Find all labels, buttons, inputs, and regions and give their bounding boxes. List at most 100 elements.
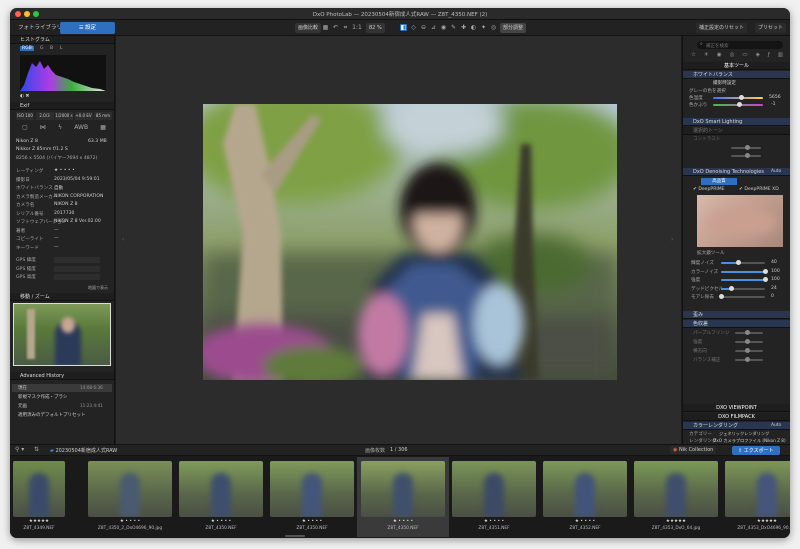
category-select[interactable]: ジェネリックレンダリング bbox=[719, 431, 769, 437]
thumbnail-image[interactable] bbox=[13, 461, 65, 517]
thumbnail-image[interactable] bbox=[361, 461, 445, 517]
loupe-preview[interactable] bbox=[697, 195, 783, 247]
gps-field[interactable] bbox=[54, 274, 100, 280]
color-rendering-auto[interactable]: Auto bbox=[771, 423, 781, 428]
show-on-map-link[interactable]: 地図で表示 bbox=[88, 285, 108, 291]
filmstrip-item[interactable]: ★★★★★ Z8T_4353_DxO4696_90.jpg bbox=[721, 457, 790, 537]
light-icon[interactable]: ☀ bbox=[704, 52, 709, 60]
collapse-right-icon[interactable]: › bbox=[671, 236, 673, 243]
local-icon[interactable]: ◈ bbox=[756, 52, 760, 60]
clipping-shadow-icon[interactable]: ◐ ✖ bbox=[20, 94, 29, 99]
history-header[interactable]: Advanced History bbox=[10, 372, 114, 380]
viewpoint-header[interactable]: DXO VIEWPOINT bbox=[683, 404, 790, 412]
preset-button[interactable]: プリセット bbox=[755, 23, 787, 33]
thumbnail-rating[interactable]: ★ • • • • bbox=[181, 519, 261, 524]
nr-slider[interactable] bbox=[721, 277, 768, 282]
watermark-icon[interactable]: ✦ bbox=[480, 24, 487, 31]
thumbnail-rating[interactable]: ★★★★★ bbox=[636, 519, 716, 524]
thumbnail-image[interactable] bbox=[452, 461, 536, 517]
nr-value[interactable]: 100 bbox=[771, 277, 780, 282]
perspective-icon[interactable]: ◇ bbox=[410, 24, 417, 31]
denoise-quality-tab[interactable]: 高品質 bbox=[701, 178, 737, 185]
tab-photo-library[interactable]: フォトライブラリ bbox=[14, 22, 66, 34]
lens-slider[interactable] bbox=[735, 330, 763, 335]
reset-corrections-button[interactable]: 補正設定のリセット bbox=[696, 23, 748, 33]
wb-mode-select[interactable]: 撮影時設定 bbox=[713, 80, 736, 86]
nr-slider[interactable] bbox=[721, 260, 765, 265]
deepprime-option[interactable]: ✔ DeepPRIME bbox=[693, 187, 725, 192]
zoom-level-select[interactable]: 82 % bbox=[366, 23, 385, 33]
thumbnail-image[interactable] bbox=[543, 461, 627, 517]
lens-slider[interactable] bbox=[735, 348, 763, 353]
nr-value[interactable]: 24 bbox=[771, 286, 777, 291]
split-view-icon[interactable]: ▦ bbox=[322, 24, 329, 31]
filmstrip-item[interactable]: ★ • • • • Z8T_4352.NEF bbox=[539, 457, 631, 537]
history-item[interactable]: 元画 11:23 4:41 bbox=[12, 402, 112, 410]
histogram-tab[interactable]: G bbox=[40, 46, 44, 51]
crop-icon[interactable]: ⌗ bbox=[342, 24, 349, 31]
selective-tone-header[interactable]: 選択的トーン bbox=[683, 127, 790, 135]
denoise-auto[interactable]: Auto bbox=[771, 169, 781, 174]
tint-slider[interactable] bbox=[713, 102, 763, 107]
detail-icon[interactable]: ◎ bbox=[730, 52, 735, 60]
sort-icon[interactable]: ⇅ bbox=[34, 446, 39, 453]
nr-value[interactable]: 40 bbox=[771, 260, 777, 265]
history-item[interactable]: 現在 14:08 6:36 bbox=[12, 384, 112, 392]
deepprimexd-option[interactable]: ✔ DeepPRIME XD bbox=[739, 187, 779, 192]
geometry-icon[interactable]: ▭ bbox=[742, 52, 747, 60]
filmstrip-item[interactable]: ★ • • • • Z8T_4350.NEF bbox=[175, 457, 267, 537]
filmstrip-item[interactable]: ★★★★★ Z8T_4353_DxO_64.jpg bbox=[630, 457, 722, 537]
thumbnail-rating[interactable]: ★ • • • • bbox=[90, 519, 170, 524]
search-input[interactable] bbox=[706, 41, 780, 49]
straighten-icon[interactable]: ⊿ bbox=[430, 24, 437, 31]
compare-button[interactable]: 画像比較 bbox=[295, 23, 322, 33]
histogram-header[interactable]: ヒストグラム bbox=[10, 36, 114, 44]
distortion-header[interactable]: 歪み bbox=[683, 311, 790, 319]
tab-customize[interactable]: ☰ 設定 bbox=[60, 22, 115, 34]
thumbnail-rating[interactable]: ★★★★★ bbox=[727, 519, 790, 524]
nr-slider[interactable] bbox=[721, 268, 768, 274]
filmstrip-item[interactable]: ★ • • • • Z8T_4350.NEF bbox=[357, 457, 449, 537]
wb-picker[interactable]: グレーの色を選択 bbox=[689, 88, 726, 94]
film-icon[interactable]: ▥ bbox=[778, 52, 783, 60]
nr-value[interactable]: 0 bbox=[771, 294, 774, 299]
filmstrip-item[interactable]: ★ • • • • Z8T_4350.NEF bbox=[266, 457, 358, 537]
history-item[interactable]: 適用済みのデフォルトプリセット bbox=[12, 411, 112, 419]
gps-field[interactable] bbox=[54, 265, 100, 272]
zoom-fit-button[interactable]: 1:1 bbox=[352, 24, 362, 31]
gps-field[interactable] bbox=[54, 257, 100, 263]
star-icon[interactable]: ☆ bbox=[691, 52, 696, 60]
settings-tool-icon[interactable]: ◧ bbox=[400, 24, 407, 31]
horizon-icon[interactable]: ⊖ bbox=[420, 24, 427, 31]
repair-icon[interactable]: ✚ bbox=[460, 24, 467, 31]
filmstrip-item[interactable]: ★ • • • • Z8T_4350_2_DxO4696_90.jpg bbox=[84, 457, 176, 537]
nr-slider[interactable] bbox=[718, 294, 765, 299]
thumbnail-image[interactable] bbox=[88, 461, 172, 517]
navigator-header[interactable]: 移動 / ズーム bbox=[10, 293, 114, 301]
mask-icon[interactable]: ◐ bbox=[470, 24, 477, 31]
collapse-left-icon[interactable]: ‹ bbox=[122, 236, 124, 243]
export-button[interactable]: ⇪ エクスポート bbox=[732, 446, 780, 455]
filmstrip-item[interactable]: ★ • • • • Z8T_4351.NEF bbox=[448, 457, 540, 537]
local-adjustments-button[interactable]: 部分調整 bbox=[500, 23, 527, 33]
filmpack-header[interactable]: DXO FILMPACK bbox=[683, 413, 790, 421]
white-balance-header[interactable]: ホワイトバランス bbox=[683, 71, 790, 79]
thumbnail-rating[interactable]: ★ • • • • bbox=[454, 519, 534, 524]
chromatic-aberration-header[interactable]: 色収差 bbox=[683, 320, 790, 328]
red-eye-icon[interactable]: ◉ bbox=[440, 24, 447, 31]
tint-value[interactable]: -1 bbox=[771, 102, 776, 107]
thumbnail-rating[interactable]: ★ • • • • bbox=[545, 519, 625, 524]
thumbnail-image[interactable] bbox=[270, 461, 354, 517]
filter-icon[interactable]: ⚲ ▾ bbox=[15, 446, 24, 453]
history-item[interactable]: 新規マスク作成・ブラシ bbox=[12, 393, 112, 401]
thumbnail-image[interactable] bbox=[179, 461, 263, 517]
thumbnail-rating[interactable]: ★ • • • • bbox=[363, 519, 443, 524]
histogram-tab[interactable]: R bbox=[30, 46, 33, 51]
eye-icon[interactable]: ◎ bbox=[490, 24, 497, 31]
navigator-preview[interactable] bbox=[13, 303, 111, 366]
nr-value[interactable]: 100 bbox=[771, 269, 780, 274]
rotate-left-icon[interactable]: ↶ bbox=[332, 24, 339, 31]
lens-slider[interactable] bbox=[735, 339, 763, 344]
thumbnail-image[interactable] bbox=[725, 461, 790, 517]
image-viewer[interactable]: ‹ › bbox=[116, 36, 681, 444]
